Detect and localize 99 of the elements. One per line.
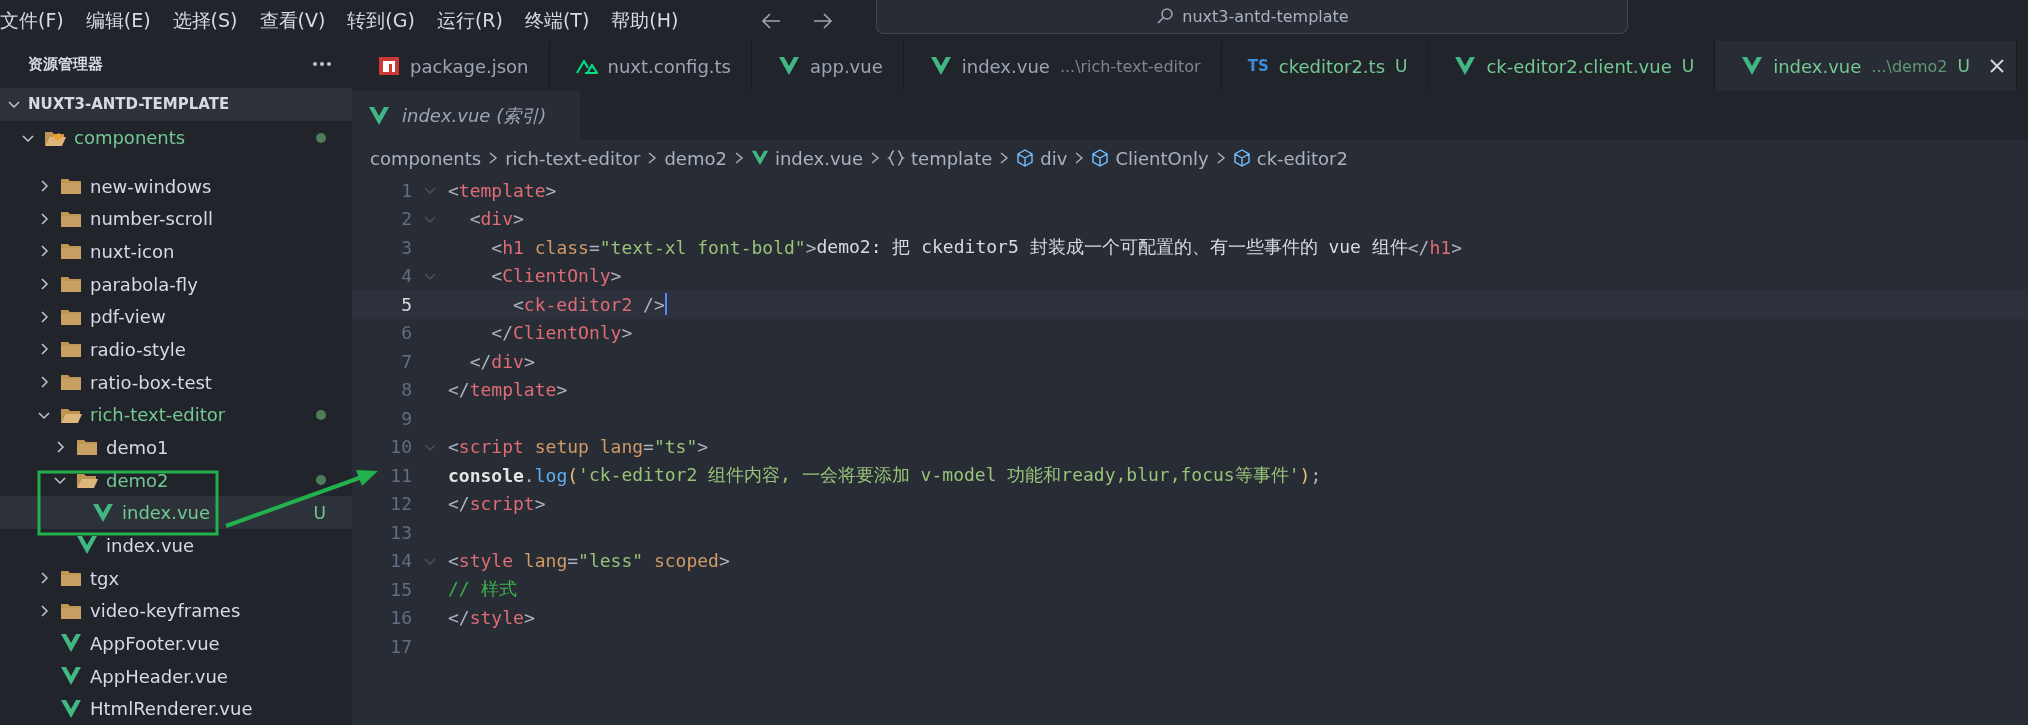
vue-icon <box>929 56 952 76</box>
line-number: 3 <box>400 236 412 258</box>
tree-item[interactable]: AppHeader.vue <box>0 659 352 693</box>
workspace-header[interactable]: NUXT3-ANTD-TEMPLATE <box>0 87 352 122</box>
line-number: 11 <box>389 464 412 486</box>
breadcrumb-item[interactable]: rich-text-editor <box>505 147 641 169</box>
tree-item[interactable]: demo2 <box>0 463 352 497</box>
code-line: </ClientOnly> <box>490 322 633 344</box>
tree-item[interactable]: components <box>0 121 352 154</box>
vue-icon <box>750 149 769 167</box>
breadcrumb-item[interactable]: ClientOnly <box>1091 147 1209 169</box>
line-number: 2 <box>400 208 412 230</box>
menu-item[interactable]: 帮助(H) <box>611 7 679 34</box>
line-number: 16 <box>389 607 412 629</box>
tree-item[interactable]: tgx <box>0 561 352 595</box>
breadcrumb-item[interactable]: div <box>1016 147 1068 169</box>
line-number: 6 <box>400 322 412 344</box>
line-number: 1 <box>400 179 412 201</box>
folder-icon <box>76 437 98 458</box>
vue-icon <box>60 698 82 719</box>
code-line: <ClientOnly> <box>490 265 622 287</box>
editor-tab[interactable]: index.vue (索引) <box>352 91 580 140</box>
vue-icon <box>778 56 800 76</box>
tree-item[interactable]: new-windows <box>0 169 352 203</box>
tree-item[interactable]: radio-style <box>0 333 352 366</box>
tree-item[interactable]: AppFooter.vue <box>0 627 352 660</box>
code-line: console.log('ck-editor2 组件内容, 一会将要添加 v-model 功能和ready,blur,focus等事件'); <box>448 463 1322 488</box>
tree-item[interactable]: number-scroll <box>0 202 352 236</box>
menu-item[interactable]: 查看(V) <box>259 7 326 34</box>
tree-item[interactable]: parabola-fly <box>0 267 352 301</box>
breadcrumb-item[interactable]: template <box>887 147 993 169</box>
breadcrumb-item[interactable]: index.vue <box>750 147 864 169</box>
code-line: </div> <box>468 350 535 372</box>
code-line: <ck-editor2 /> <box>512 293 665 315</box>
breadcrumb-item[interactable]: components <box>370 147 482 169</box>
line-number: 17 <box>389 635 412 657</box>
code-line: // 样式 <box>448 577 517 602</box>
folder-icon <box>60 241 82 262</box>
cube-icon <box>1016 149 1035 167</box>
line-number: 9 <box>400 407 412 429</box>
close-icon[interactable] <box>1987 57 2006 75</box>
search-field[interactable]: nuxt3-antd-template <box>876 0 1629 34</box>
code-line: </script> <box>448 493 546 515</box>
vue-icon <box>60 666 82 687</box>
cube-icon <box>1091 149 1110 167</box>
line-number: 14 <box>389 550 412 572</box>
breadcrumb-item[interactable]: demo2 <box>664 147 727 169</box>
more-icon[interactable] <box>312 61 332 68</box>
line-number: 12 <box>389 493 412 515</box>
code-line: <style lang="less" scoped> <box>448 550 730 572</box>
braces-icon <box>887 149 906 167</box>
folder-icon <box>60 274 82 295</box>
line-number: 10 <box>389 436 412 458</box>
tree-item[interactable]: pdf-view <box>0 300 352 334</box>
folder-icon <box>60 339 82 360</box>
ts-icon: TS <box>1247 57 1269 75</box>
line-number: 15 <box>389 578 412 600</box>
code-line: <h1 class="text-xl font-bold">demo2: 把 ckeditor5 封装成一个可配置的、有一些事件的 vue 组件</h1> <box>490 235 1462 260</box>
cube-icon <box>1232 149 1251 167</box>
code-line: <template> <box>448 179 557 201</box>
explorer-title: 资源管理器 <box>28 54 103 74</box>
vue-icon <box>76 535 98 556</box>
menu-item[interactable]: 终端(T) <box>524 7 590 34</box>
code-line: </template> <box>448 379 568 401</box>
breadcrumb-item[interactable]: ck-editor2 <box>1232 147 1348 169</box>
vue-icon <box>1454 56 1477 76</box>
code-line: </style> <box>448 607 535 629</box>
git-status: U <box>313 502 326 523</box>
tree-item[interactable]: index.vue U <box>0 496 352 530</box>
vue-icon <box>60 633 82 654</box>
vue-icon <box>1741 56 1764 76</box>
code-line: <div> <box>468 208 524 230</box>
tree-item[interactable]: ratio-box-test <box>0 365 352 399</box>
vue-icon <box>92 502 114 523</box>
tree-item[interactable]: nuxt-icon <box>0 235 352 268</box>
line-number: 8 <box>400 379 412 401</box>
tree-item[interactable]: demo1 <box>0 431 352 464</box>
menu-item[interactable]: 选择(S) <box>172 7 238 34</box>
line-number: 13 <box>389 521 412 543</box>
search-icon <box>1156 7 1175 25</box>
package-icon <box>378 56 400 76</box>
menu-item[interactable]: 转到(G) <box>347 7 415 34</box>
line-number: 5 <box>400 293 412 315</box>
tree-item[interactable]: video-keyframes <box>0 594 352 628</box>
folder-icon <box>60 176 82 197</box>
text-cursor <box>664 293 667 316</box>
folder-icon <box>60 372 82 393</box>
code-line: <script setup lang="ts"> <box>448 436 709 458</box>
tree-item[interactable]: HtmlRenderer.vue <box>0 692 352 725</box>
line-number: 4 <box>400 265 412 287</box>
line-number: 7 <box>400 350 412 372</box>
tree-item[interactable]: index.vue <box>0 529 352 562</box>
menu-item[interactable]: 文件(F) <box>0 7 64 34</box>
tree-item[interactable]: rich-text-editor <box>0 398 352 432</box>
menu-item[interactable]: 运行(R) <box>436 7 503 34</box>
vue-icon <box>368 105 390 126</box>
folder-icon <box>60 568 82 589</box>
menu-item[interactable]: 编辑(E) <box>85 7 151 34</box>
editor-tab[interactable]: index.vue ...\demo2 U <box>1715 41 2017 91</box>
